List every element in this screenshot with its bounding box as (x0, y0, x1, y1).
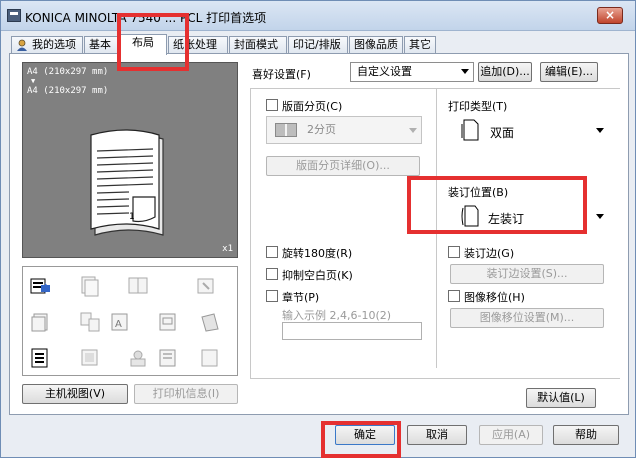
image-shift-checkbox[interactable] (448, 290, 460, 302)
tab-stamp-composition[interactable]: 印记/排版 (288, 36, 348, 54)
pages-per-sheet-select[interactable]: 2分页 (266, 116, 422, 144)
combine-icon (79, 311, 101, 333)
printer-output-icon[interactable] (29, 275, 51, 297)
preview-paper-size: A4 (210x297 mm) (27, 67, 109, 77)
tab-cover-mode[interactable]: 封面模式 (229, 36, 287, 54)
svg-text:1: 1 (129, 212, 135, 222)
chapter-label: 章节(P) (282, 291, 320, 304)
tab-label: 我的选项 (32, 38, 76, 51)
chevron-down-icon (596, 214, 604, 219)
binding-position-select[interactable]: 左装订 (448, 202, 608, 232)
stack-icon (29, 311, 51, 333)
chapter-hint: 输入示例 2,4,6-10(2) (282, 309, 392, 322)
tab-label: 印记/排版 (293, 38, 341, 51)
preview-arrow: ▼ (31, 77, 36, 85)
text-document-icon: A (109, 311, 131, 333)
column-divider (436, 88, 437, 368)
binding-margin-settings-button[interactable]: 装订边设置(S)... (450, 264, 604, 284)
rotate-180-label: 旋转180度(R) (282, 247, 353, 260)
user-icon (16, 39, 28, 51)
tab-basic[interactable]: 基本 (84, 36, 118, 54)
pages-per-sheet-label: 版面分页(C) (282, 100, 343, 113)
tab-label: 其它 (409, 38, 431, 51)
preview-copies: x1 (222, 244, 233, 254)
tab-label: 封面模式 (234, 38, 278, 51)
section-divider (250, 88, 620, 89)
section-border-left (250, 88, 251, 378)
tab-label: 纸张处理 (173, 38, 217, 51)
favorites-label: 喜好设置(F) (252, 68, 311, 81)
binding-position-value: 左装订 (488, 212, 525, 226)
sheet-icon (199, 347, 221, 369)
chapter-checkbox[interactable] (266, 290, 278, 302)
tab-label: 基本 (89, 38, 111, 51)
chapter-input[interactable] (282, 322, 422, 340)
layout-panel: A4 (210x297 mm) ▼ A4 (210x297 mm) 1 x1 A… (9, 53, 629, 415)
user-settings-icon (127, 347, 149, 369)
add-favorite-button[interactable]: 追加(D)... (478, 62, 532, 82)
function-icon-grid: A (22, 266, 238, 376)
document-page-icon: 1 (90, 129, 164, 236)
tab-other[interactable]: 其它 (404, 36, 436, 54)
chevron-down-icon (461, 69, 469, 74)
document-list-icon[interactable] (29, 347, 51, 369)
binding-position-label: 装订位置(B) (448, 186, 509, 199)
pages-per-sheet-details-button[interactable]: 版面分页详细(O)... (266, 156, 420, 176)
favorites-select[interactable]: 自定义设置 (350, 62, 474, 82)
chevron-down-icon (596, 128, 604, 133)
binding-margin-checkbox[interactable] (448, 246, 460, 258)
suppress-blank-label: 抑制空白页(K) (282, 269, 353, 282)
edit-favorite-button[interactable]: 编辑(E)... (540, 62, 598, 82)
duplex-page-icon (461, 119, 479, 141)
pages-per-sheet-value: 2分页 (307, 123, 336, 136)
tools-icon (199, 311, 221, 333)
form-icon (157, 311, 179, 333)
rotate-180-checkbox[interactable] (266, 246, 278, 258)
tab-layout[interactable]: 布局 (119, 34, 167, 55)
cancel-button[interactable]: 取消 (407, 425, 467, 445)
chevron-down-icon (409, 128, 417, 133)
image-shift-label: 图像移位(H) (464, 291, 525, 304)
page-preview: A4 (210x297 mm) ▼ A4 (210x297 mm) 1 x1 (22, 62, 238, 258)
booklet-icon (127, 275, 149, 297)
title-bar: KONICA MINOLTA 7540 ... PCL 打印首选项 × (1, 1, 635, 31)
suppress-blank-checkbox[interactable] (266, 268, 278, 280)
image-shift-settings-button[interactable]: 图像移位设置(M)... (450, 308, 604, 328)
svg-text:A: A (115, 319, 122, 330)
favorites-value: 自定义设置 (357, 65, 412, 78)
copy-pages-icon (79, 275, 101, 297)
print-type-select[interactable]: 双面 (448, 116, 608, 146)
print-type-label: 打印类型(T) (448, 100, 508, 113)
tab-paper-handling[interactable]: 纸张处理 (168, 36, 228, 54)
host-view-button[interactable]: 主机视图(V) (22, 384, 128, 404)
duplex-icon (79, 347, 101, 369)
tab-image-quality[interactable]: 图像品质 (349, 36, 403, 54)
preview-output-size: A4 (210x297 mm) (27, 86, 109, 96)
binding-margin-label: 装订边(G) (464, 247, 515, 260)
staple-icon (195, 275, 217, 297)
printer-info-button[interactable]: 打印机信息(I) (134, 384, 238, 404)
pages-per-sheet-checkbox[interactable] (266, 99, 278, 111)
print-type-value: 双面 (490, 126, 515, 140)
window-title: KONICA MINOLTA 7540 ... PCL 打印首选项 (25, 11, 267, 25)
tab-my-options[interactable]: 我的选项 (11, 36, 83, 54)
left-binding-icon (461, 205, 479, 227)
section-divider-bottom (250, 378, 620, 379)
tab-label: 布局 (132, 36, 154, 49)
close-button[interactable]: × (597, 7, 623, 24)
apply-button[interactable]: 应用(A) (479, 425, 543, 445)
printing-preferences-window: KONICA MINOLTA 7540 ... PCL 打印首选项 × 我的选项… (0, 0, 636, 458)
report-icon (157, 347, 179, 369)
help-button[interactable]: 帮助 (553, 425, 619, 445)
tab-label: 图像品质 (354, 38, 398, 51)
printer-icon (7, 9, 21, 22)
ok-button[interactable]: 确定 (335, 425, 395, 445)
default-values-button[interactable]: 默认值(L) (526, 388, 596, 408)
two-up-icon (275, 123, 297, 137)
